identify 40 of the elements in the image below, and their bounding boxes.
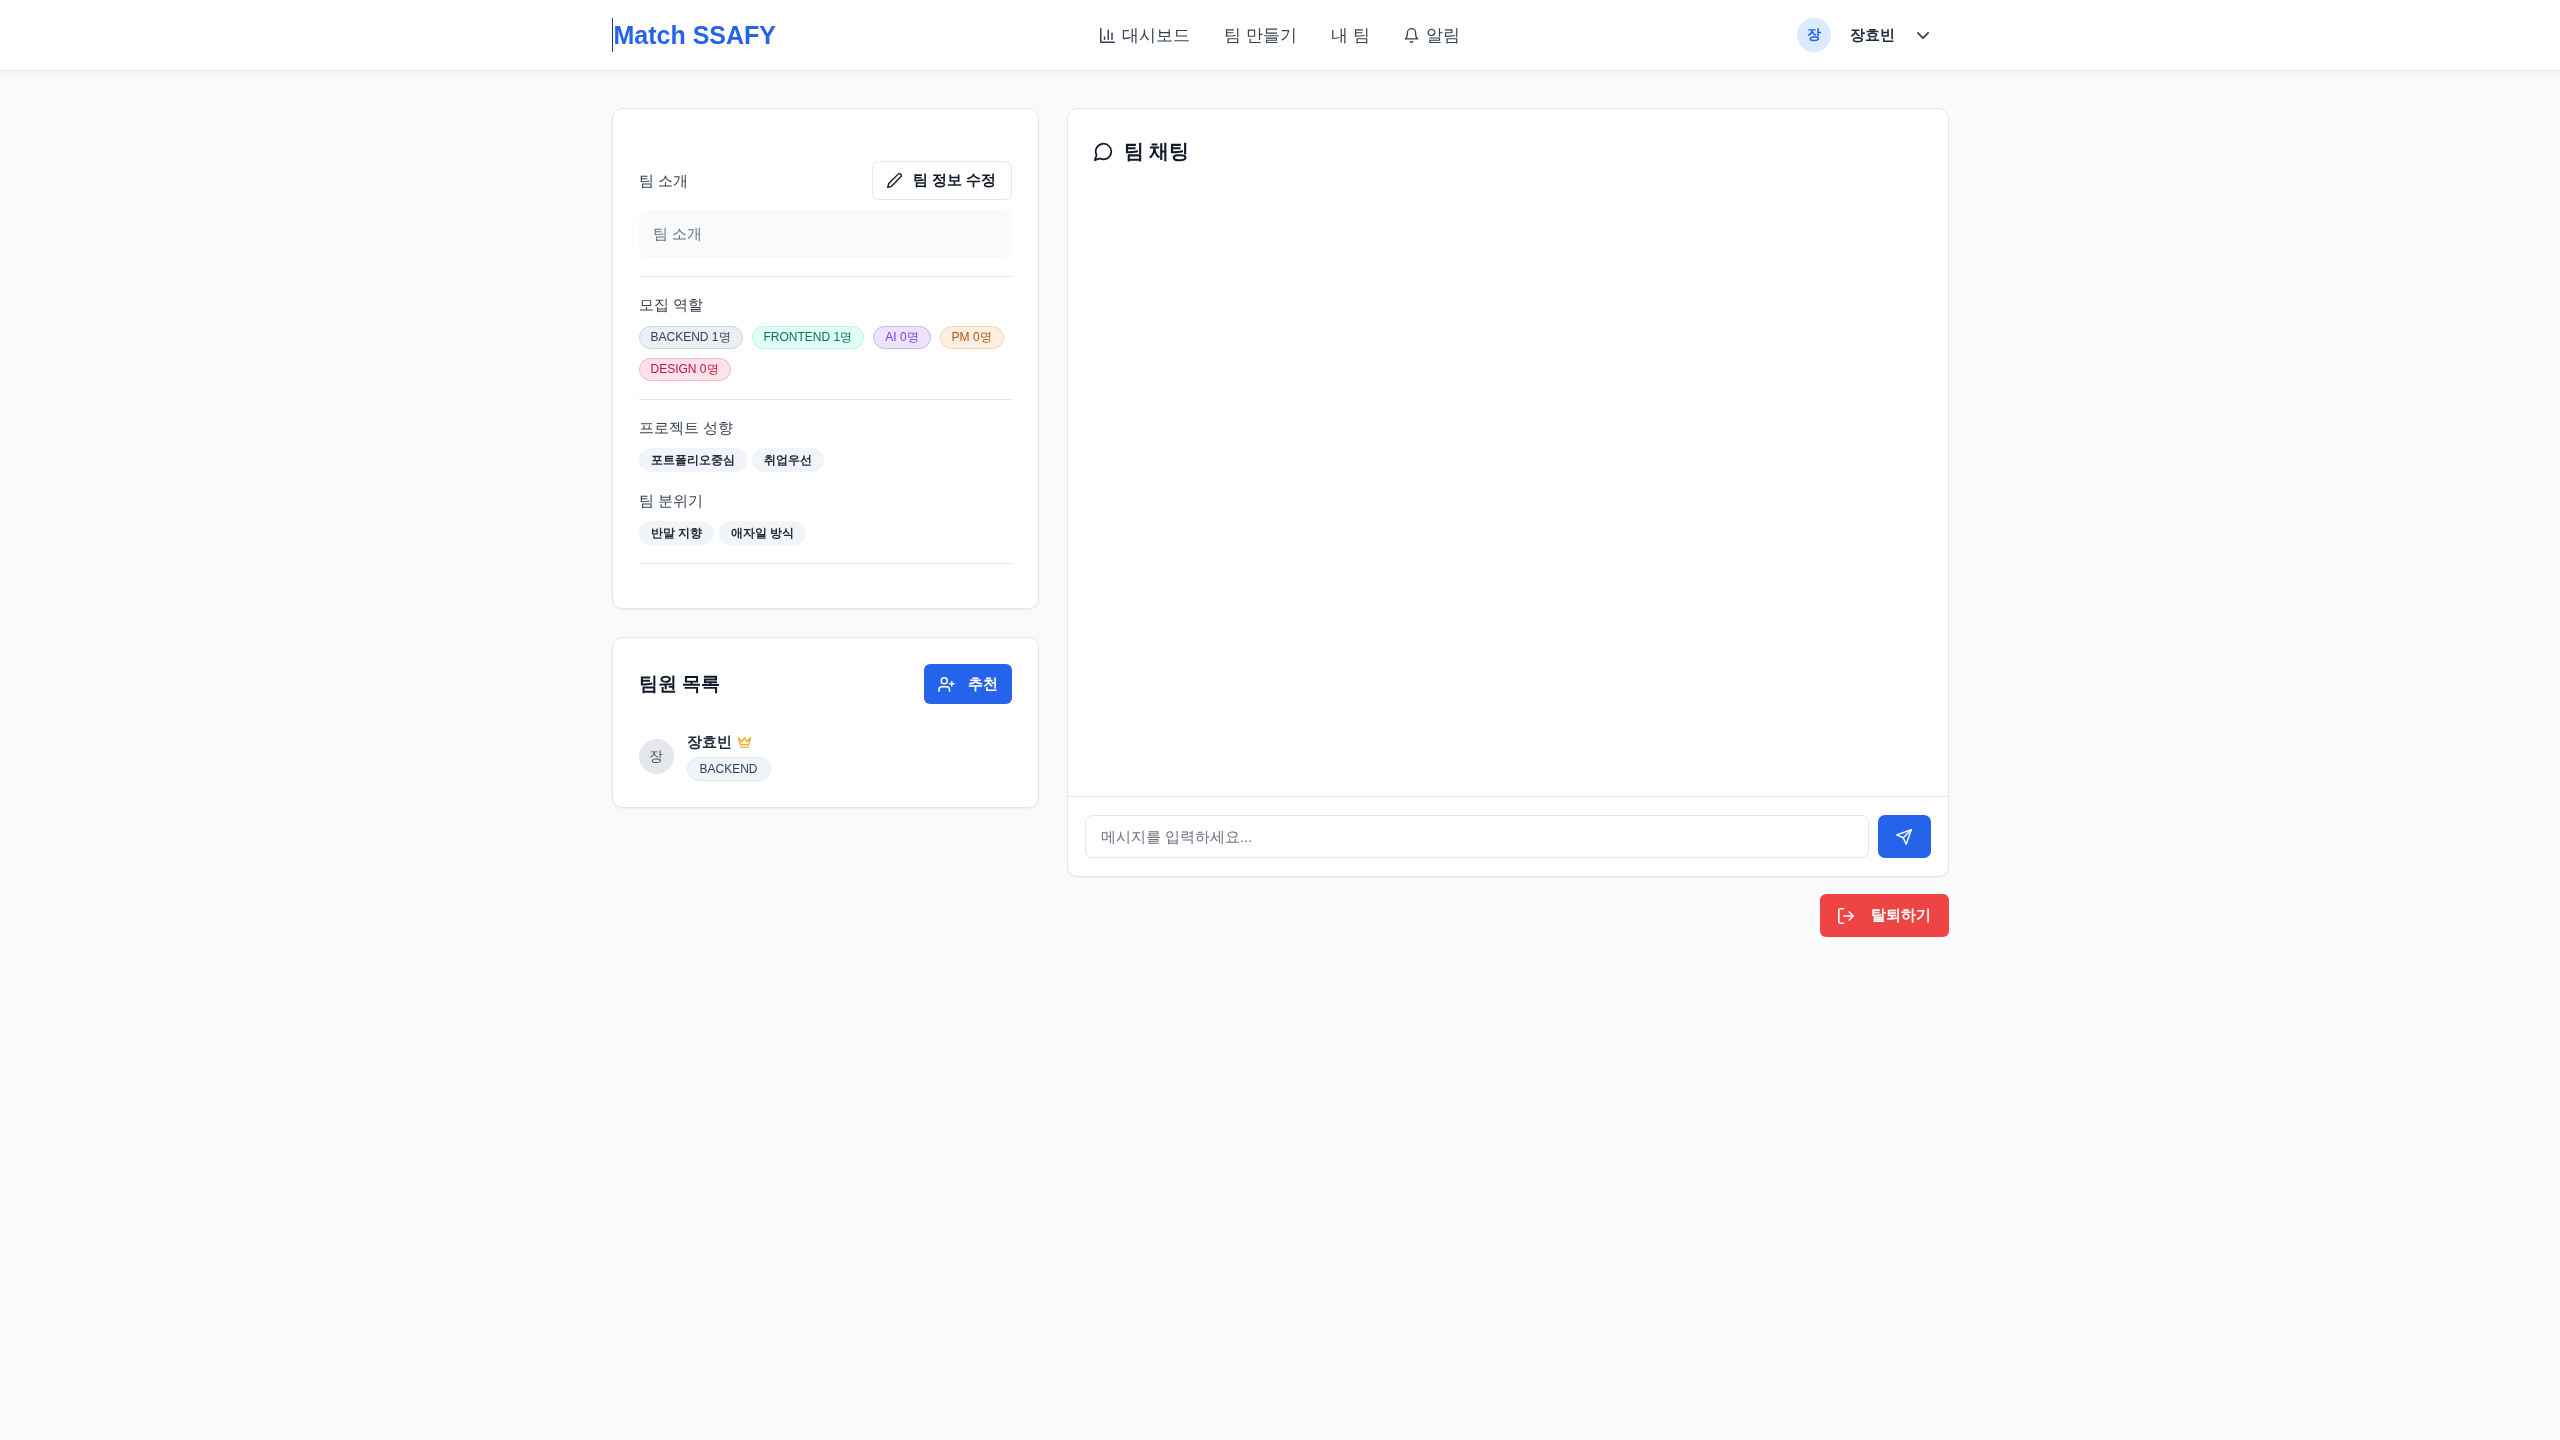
message-input[interactable]: 메시지를 입력하세요...: [1084, 815, 1869, 858]
member-role-tag: BACKEND: [686, 757, 771, 781]
nav-link[interactable]: 알림: [1403, 23, 1460, 47]
members-title: 팀원 목록: [638, 672, 720, 696]
chat-bubble-icon: [1093, 141, 1113, 161]
project-style-tag: 포트폴리오중심: [638, 448, 747, 472]
bar-chart-icon: [1100, 27, 1116, 43]
nav-link[interactable]: 팀 만들기: [1224, 23, 1297, 47]
user-name[interactable]: 장효빈: [1849, 25, 1895, 45]
role-tag: AI 0명: [873, 326, 931, 349]
text-cursor-icon: [611, 18, 613, 52]
chevron-down-icon[interactable]: [1916, 31, 1929, 39]
team-mood-tag: 반말 지향: [638, 521, 714, 545]
team-intro-text: 팀 소개: [638, 210, 1012, 258]
recommend-button[interactable]: 추천: [923, 664, 1012, 704]
log-out-icon: [1837, 907, 1854, 924]
send-button[interactable]: [1877, 815, 1931, 858]
logo-link[interactable]: Match SSAFY: [613, 20, 777, 50]
pencil-icon: [887, 173, 903, 188]
chat-title: 팀 채팅: [1123, 139, 1190, 164]
edit-team-button[interactable]: 팀 정보 수정: [872, 161, 1012, 200]
role-tag: FRONTEND 1명: [751, 326, 865, 349]
team-mood-tag: 애자일 방식: [718, 521, 807, 545]
user-avatar[interactable]: 장: [1796, 18, 1831, 52]
project-style-tag: 취업우선: [751, 448, 824, 472]
nav-link[interactable]: 대시보드: [1100, 23, 1191, 47]
user-plus-icon: [937, 676, 955, 692]
section-label: 팀 소개: [638, 170, 688, 191]
bell-icon: [1403, 27, 1419, 43]
section-label: 모집 역할: [638, 295, 704, 315]
leave-team-button[interactable]: 탈퇴하기: [1819, 894, 1949, 937]
role-tag: DESIGN 0명: [638, 358, 731, 381]
section-label: 프로젝트 성향: [638, 418, 734, 438]
role-tag: BACKEND 1명: [638, 326, 743, 349]
member-avatar: 장: [638, 739, 674, 774]
nav-link[interactable]: 내 팀: [1331, 23, 1370, 47]
send-icon: [1896, 828, 1912, 845]
section-label: 팀 분위기: [638, 491, 704, 511]
member-name: 장효빈: [686, 732, 732, 752]
role-tag: PM 0명: [939, 326, 1004, 349]
